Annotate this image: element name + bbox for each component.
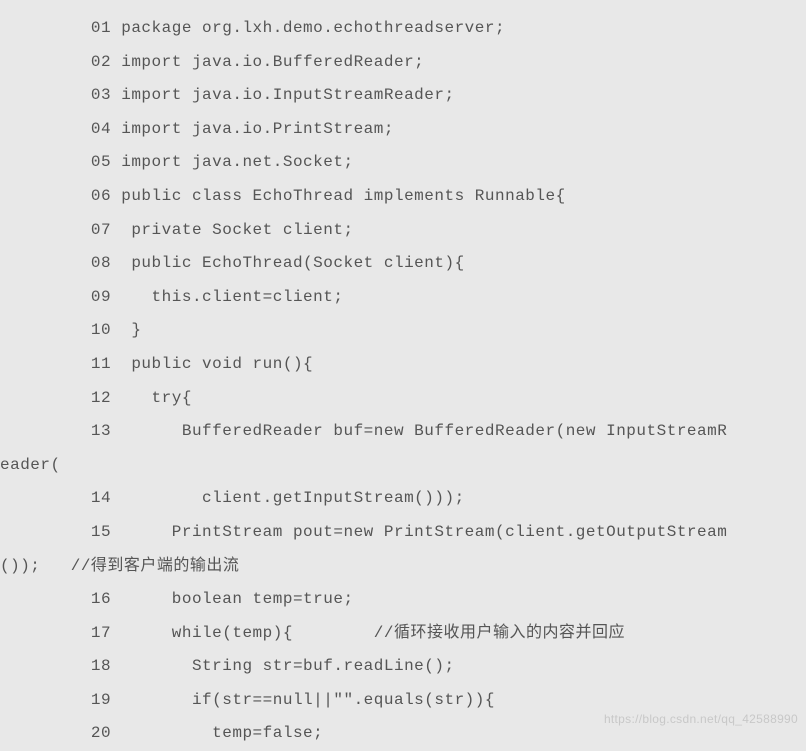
code-content: public class EchoThread implements Runna… bbox=[111, 187, 566, 205]
line-number: 09 bbox=[91, 288, 111, 306]
code-content: String str=buf.readLine(); bbox=[111, 657, 454, 675]
line-indent bbox=[0, 657, 91, 675]
code-line: 13 BufferedReader buf=new BufferedReader… bbox=[0, 415, 806, 449]
code-content: public void run(){ bbox=[111, 355, 313, 373]
line-number: 17 bbox=[91, 624, 111, 642]
code-line: 12 try{ bbox=[0, 382, 806, 416]
line-indent bbox=[0, 187, 91, 205]
line-indent bbox=[0, 389, 91, 407]
code-content: public EchoThread(Socket client){ bbox=[111, 254, 465, 272]
line-indent bbox=[0, 86, 91, 104]
line-indent bbox=[0, 221, 91, 239]
line-number: 20 bbox=[91, 724, 111, 742]
code-content: while(temp){ //循环接收用户输入的内容并回应 bbox=[111, 624, 625, 642]
line-indent bbox=[0, 624, 91, 642]
line-indent bbox=[0, 53, 91, 71]
line-number: 12 bbox=[91, 389, 111, 407]
line-number: 19 bbox=[91, 691, 111, 709]
line-indent bbox=[0, 120, 91, 138]
code-line: 07 private Socket client; bbox=[0, 214, 806, 248]
code-line: 01 package org.lxh.demo.echothreadserver… bbox=[0, 12, 806, 46]
code-content: temp=false; bbox=[111, 724, 323, 742]
code-line: 17 while(temp){ //循环接收用户输入的内容并回应 bbox=[0, 617, 806, 651]
code-content: import java.net.Socket; bbox=[111, 153, 353, 171]
code-content: if(str==null||"".equals(str)){ bbox=[111, 691, 495, 709]
line-number: 01 bbox=[91, 19, 111, 37]
code-line: eader( bbox=[0, 449, 806, 483]
line-number: 11 bbox=[91, 355, 111, 373]
line-indent bbox=[0, 691, 91, 709]
line-number: 10 bbox=[91, 321, 111, 339]
code-content: boolean temp=true; bbox=[111, 590, 353, 608]
code-line: 06 public class EchoThread implements Ru… bbox=[0, 180, 806, 214]
code-content: import java.io.PrintStream; bbox=[111, 120, 394, 138]
line-number: 15 bbox=[91, 523, 111, 541]
code-content: PrintStream pout=new PrintStream(client.… bbox=[111, 523, 727, 541]
code-content: eader( bbox=[0, 456, 61, 474]
code-block: 01 package org.lxh.demo.echothreadserver… bbox=[0, 12, 806, 751]
code-line: 10 } bbox=[0, 314, 806, 348]
code-line: 15 PrintStream pout=new PrintStream(clie… bbox=[0, 516, 806, 550]
line-number: 04 bbox=[91, 120, 111, 138]
code-content: client.getInputStream())); bbox=[111, 489, 465, 507]
code-line: 16 boolean temp=true; bbox=[0, 583, 806, 617]
code-content: private Socket client; bbox=[111, 221, 353, 239]
code-line: 11 public void run(){ bbox=[0, 348, 806, 382]
line-indent bbox=[0, 355, 91, 373]
code-line: 02 import java.io.BufferedReader; bbox=[0, 46, 806, 80]
code-content: this.client=client; bbox=[111, 288, 343, 306]
code-content: import java.io.BufferedReader; bbox=[111, 53, 424, 71]
line-number: 16 bbox=[91, 590, 111, 608]
code-content: BufferedReader buf=new BufferedReader(ne… bbox=[111, 422, 727, 440]
code-line: 05 import java.net.Socket; bbox=[0, 146, 806, 180]
line-indent bbox=[0, 19, 91, 37]
watermark-text: https://blog.csdn.net/qq_42588990 bbox=[604, 707, 798, 732]
code-line: 08 public EchoThread(Socket client){ bbox=[0, 247, 806, 281]
line-number: 05 bbox=[91, 153, 111, 171]
code-content: } bbox=[111, 321, 141, 339]
line-indent bbox=[0, 153, 91, 171]
code-line: 03 import java.io.InputStreamReader; bbox=[0, 79, 806, 113]
code-line: 14 client.getInputStream())); bbox=[0, 482, 806, 516]
line-number: 08 bbox=[91, 254, 111, 272]
line-number: 06 bbox=[91, 187, 111, 205]
line-number: 07 bbox=[91, 221, 111, 239]
code-line: 18 String str=buf.readLine(); bbox=[0, 650, 806, 684]
line-number: 13 bbox=[91, 422, 111, 440]
line-indent bbox=[0, 422, 91, 440]
line-number: 03 bbox=[91, 86, 111, 104]
line-indent bbox=[0, 523, 91, 541]
code-content: import java.io.InputStreamReader; bbox=[111, 86, 454, 104]
code-line: ()); //得到客户端的输出流 bbox=[0, 550, 806, 584]
line-number: 18 bbox=[91, 657, 111, 675]
code-content: ()); //得到客户端的输出流 bbox=[0, 557, 239, 575]
line-indent bbox=[0, 288, 91, 306]
code-line: 04 import java.io.PrintStream; bbox=[0, 113, 806, 147]
line-number: 14 bbox=[91, 489, 111, 507]
line-indent bbox=[0, 590, 91, 608]
line-number: 02 bbox=[91, 53, 111, 71]
code-line: 09 this.client=client; bbox=[0, 281, 806, 315]
line-indent bbox=[0, 321, 91, 339]
line-indent bbox=[0, 489, 91, 507]
code-content: try{ bbox=[111, 389, 192, 407]
line-indent bbox=[0, 254, 91, 272]
line-indent bbox=[0, 724, 91, 742]
code-content: package org.lxh.demo.echothreadserver; bbox=[111, 19, 505, 37]
